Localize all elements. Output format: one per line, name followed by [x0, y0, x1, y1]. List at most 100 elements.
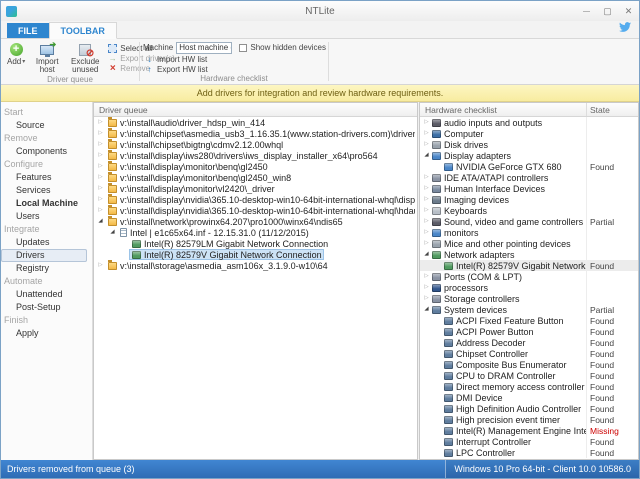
- hardware-row[interactable]: Intel(R) 82579V Gigabit Network Connecti…: [420, 260, 638, 271]
- driver-queue-row[interactable]: ▷v:\install\storage\asmedia_asm106x_3.1.…: [94, 260, 417, 271]
- hardware-row[interactable]: ▷IDE ATA/ATAPI controllers: [420, 172, 638, 183]
- sidebar-item-updates[interactable]: Updates: [1, 236, 92, 249]
- sidebar-item-registry[interactable]: Registry: [1, 262, 92, 275]
- sidebar-item-features[interactable]: Features: [1, 171, 92, 184]
- expand-arrow-icon[interactable]: ▷: [422, 194, 431, 205]
- hardware-row[interactable]: ACPI Power ButtonFound: [420, 326, 638, 337]
- hardware-row[interactable]: ▷audio inputs and outputs: [420, 117, 638, 128]
- hardware-row[interactable]: Composite Bus EnumeratorFound: [420, 359, 638, 370]
- collapse-arrow-icon[interactable]: ◢: [422, 150, 431, 161]
- driver-queue-row[interactable]: ▷v:\install\display\iws280\drivers\iws_d…: [94, 150, 417, 161]
- expand-arrow-icon[interactable]: ▷: [96, 150, 105, 161]
- expand-arrow-icon[interactable]: ▷: [422, 227, 431, 238]
- hardware-row[interactable]: Intel(R) Management Engine InterfaceMiss…: [420, 425, 638, 436]
- expand-arrow-icon[interactable]: ▷: [96, 161, 105, 172]
- hardware-row[interactable]: ▷Human Interface Devices: [420, 183, 638, 194]
- driver-queue-row[interactable]: ▷v:\install\chipset\bigtng\cdmv2.12.00wh…: [94, 139, 417, 150]
- sidebar-item-local-machine[interactable]: Local Machine: [1, 197, 92, 210]
- expand-arrow-icon[interactable]: ▷: [96, 260, 105, 271]
- state-column-header[interactable]: State: [586, 103, 638, 116]
- sidebar-item-services[interactable]: Services: [1, 184, 92, 197]
- hardware-row[interactable]: ▷Computer: [420, 128, 638, 139]
- hardware-row[interactable]: ▷Storage controllers: [420, 293, 638, 304]
- export-hw-list-button[interactable]: Export HW list: [143, 64, 326, 74]
- driver-queue-row[interactable]: ▷v:\install\display\monitor\benq\gl2450_…: [94, 172, 417, 183]
- expand-arrow-icon[interactable]: ▷: [96, 139, 105, 150]
- tab-file[interactable]: FILE: [7, 23, 49, 38]
- twitter-icon[interactable]: [619, 21, 631, 35]
- hardware-row[interactable]: Chipset ControllerFound: [420, 348, 638, 359]
- import-hw-list-button[interactable]: Import HW list: [143, 54, 326, 64]
- collapse-arrow-icon[interactable]: ◢: [96, 216, 105, 227]
- hardware-row[interactable]: ▷processors: [420, 282, 638, 293]
- hardware-row[interactable]: ▷Mice and other pointing devices: [420, 238, 638, 249]
- expand-arrow-icon[interactable]: ▷: [422, 282, 431, 293]
- collapse-arrow-icon[interactable]: ◢: [422, 249, 431, 260]
- driver-queue-row[interactable]: ◢v:\install\network\prowinx64.207\pro100…: [94, 216, 417, 227]
- driver-queue-row[interactable]: Intel(R) 82579LM Gigabit Network Connect…: [94, 238, 417, 249]
- driver-queue-column-header[interactable]: Driver queue: [94, 105, 417, 115]
- hardware-row[interactable]: High Definition Audio ControllerFound: [420, 403, 638, 414]
- collapse-arrow-icon[interactable]: ◢: [422, 304, 431, 315]
- add-button[interactable]: + Add▾: [4, 41, 28, 67]
- hardware-row[interactable]: ▷Keyboards: [420, 205, 638, 216]
- hardware-row[interactable]: Address DecoderFound: [420, 337, 638, 348]
- driver-queue-row[interactable]: ▷v:\install\display\monitor\vl2420\_driv…: [94, 183, 417, 194]
- hardware-row[interactable]: NVIDIA GeForce GTX 680Found: [420, 161, 638, 172]
- hardware-checklist-column-header[interactable]: Hardware checklist: [420, 105, 586, 115]
- hardware-row[interactable]: ◢System devicesPartial: [420, 304, 638, 315]
- hardware-row[interactable]: ◢Display adapters: [420, 150, 638, 161]
- hardware-row[interactable]: LPC ControllerFound: [420, 447, 638, 458]
- expand-arrow-icon[interactable]: ▷: [96, 205, 105, 216]
- sidebar-item-users[interactable]: Users: [1, 210, 92, 223]
- exclude-unused-button[interactable]: Exclude unused: [66, 41, 104, 75]
- hardware-row[interactable]: DMI DeviceFound: [420, 392, 638, 403]
- hardware-row[interactable]: ▷monitors: [420, 227, 638, 238]
- sidebar-item-apply[interactable]: Apply: [1, 327, 92, 340]
- driver-queue-row[interactable]: ▷v:\install\display\nvidia\365.10-deskto…: [94, 194, 417, 205]
- driver-queue-row[interactable]: ▷v:\install\display\monitor\benq\gl2450: [94, 161, 417, 172]
- expand-arrow-icon[interactable]: ▷: [422, 238, 431, 249]
- hardware-row[interactable]: ◢Network adapters: [420, 249, 638, 260]
- hardware-row[interactable]: ▷Disk drives: [420, 139, 638, 150]
- expand-arrow-icon[interactable]: ▷: [422, 128, 431, 139]
- expand-arrow-icon[interactable]: ▷: [422, 271, 431, 282]
- maximize-button[interactable]: [597, 4, 618, 19]
- hardware-row[interactable]: ▷Imaging devices: [420, 194, 638, 205]
- expand-arrow-icon[interactable]: ▷: [96, 183, 105, 194]
- sidebar-item-drivers[interactable]: Drivers: [1, 249, 87, 262]
- expand-arrow-icon[interactable]: ▷: [422, 139, 431, 150]
- hardware-row[interactable]: ▷Ports (COM & LPT): [420, 271, 638, 282]
- hardware-row[interactable]: Direct memory access controllerFound: [420, 381, 638, 392]
- hardware-row[interactable]: CPU to DRAM ControllerFound: [420, 370, 638, 381]
- hardware-row[interactable]: ACPI Fixed Feature ButtonFound: [420, 315, 638, 326]
- expand-arrow-icon[interactable]: ▷: [422, 172, 431, 183]
- show-hidden-devices-checkbox[interactable]: [239, 44, 247, 52]
- machine-select[interactable]: Host machine (ADMI ▼: [176, 42, 232, 54]
- hardware-row[interactable]: ▷Sound, video and game controllersPartia…: [420, 216, 638, 227]
- sidebar-item-post-setup[interactable]: Post-Setup: [1, 301, 92, 314]
- import-host-button[interactable]: Import host: [28, 41, 66, 75]
- sidebar-item-components[interactable]: Components: [1, 145, 92, 158]
- hardware-row[interactable]: Interrupt ControllerFound: [420, 436, 638, 447]
- tab-toolbar[interactable]: TOOLBAR: [49, 22, 117, 39]
- expand-arrow-icon[interactable]: ▷: [422, 293, 431, 304]
- driver-queue-row[interactable]: ▷v:\install\display\nvidia\365.10-deskto…: [94, 205, 417, 216]
- expand-arrow-icon[interactable]: ▷: [96, 117, 105, 128]
- expand-arrow-icon[interactable]: ▷: [96, 172, 105, 183]
- expand-arrow-icon[interactable]: ▷: [96, 194, 105, 205]
- minimize-button[interactable]: [576, 4, 597, 19]
- driver-queue-row[interactable]: ▷v:\install\audio\driver_hdsp_win_414: [94, 117, 417, 128]
- expand-arrow-icon[interactable]: ▷: [422, 205, 431, 216]
- sidebar-item-unattended[interactable]: Unattended: [1, 288, 92, 301]
- expand-arrow-icon[interactable]: ▷: [422, 183, 431, 194]
- expand-arrow-icon[interactable]: ▷: [422, 216, 431, 227]
- close-button[interactable]: [618, 4, 639, 19]
- hardware-row[interactable]: High precision event timerFound: [420, 414, 638, 425]
- expand-arrow-icon[interactable]: ▷: [422, 117, 431, 128]
- driver-queue-row[interactable]: ▷v:\install\chipset\asmedia_usb3_1.16.35…: [94, 128, 417, 139]
- sidebar-item-source[interactable]: Source: [1, 119, 92, 132]
- driver-queue-row[interactable]: ◢Intel | e1c65x64.inf - 12.15.31.0 (11/1…: [94, 227, 417, 238]
- driver-queue-row[interactable]: Intel(R) 82579V Gigabit Network Connecti…: [94, 249, 417, 260]
- expand-arrow-icon[interactable]: ▷: [96, 128, 105, 139]
